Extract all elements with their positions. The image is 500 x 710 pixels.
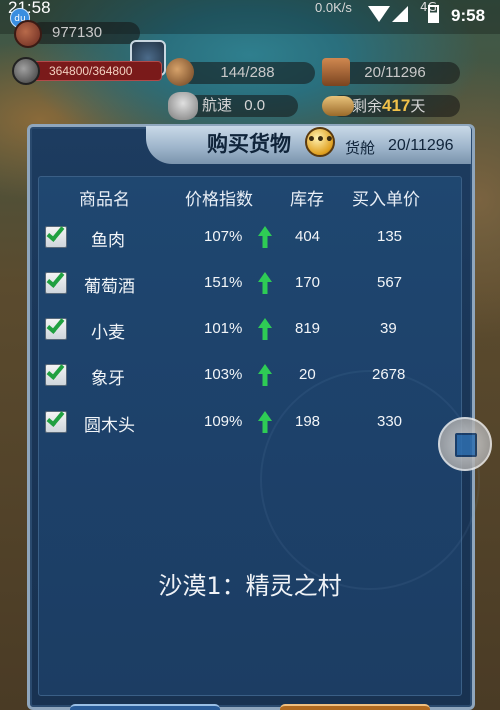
- durability-value: 364800/364800: [49, 64, 133, 78]
- bottom-button-right[interactable]: [280, 704, 430, 710]
- net-speed: 0.0K/s: [315, 0, 352, 15]
- days-suffix: 天: [410, 98, 426, 115]
- goods-name: 鱼肉: [91, 231, 125, 251]
- row-checkbox[interactable]: [45, 361, 67, 386]
- floating-book-button[interactable]: [438, 417, 492, 471]
- check-icon: [46, 223, 65, 242]
- cabin-value: 20/11296: [388, 137, 454, 154]
- table-row[interactable]: 鱼肉 107% 404 135: [38, 219, 462, 259]
- goods-name: 葡萄酒: [84, 277, 135, 297]
- crew-counter: 144/288: [180, 62, 315, 84]
- col-header-stock: 库存: [290, 190, 324, 210]
- location-name: 沙漠1：精灵之村: [158, 572, 342, 600]
- row-checkbox[interactable]: [45, 315, 67, 340]
- price-index: 107%: [204, 228, 243, 245]
- book-icon: [455, 433, 477, 457]
- table-row[interactable]: 圆木头 109% 198 330: [38, 404, 462, 444]
- row-checkbox[interactable]: [45, 223, 67, 248]
- goods-name: 象牙: [91, 369, 125, 389]
- check-icon: [46, 269, 65, 288]
- battery-icon: [428, 5, 439, 23]
- table-row[interactable]: 小麦 101% 819 39: [38, 311, 462, 351]
- stock: 404: [295, 228, 321, 245]
- cargo-value: 20/11296: [364, 64, 426, 81]
- days-value: 417: [382, 96, 411, 115]
- price-index: 151%: [204, 274, 243, 291]
- col-header-price: 买入单价: [352, 190, 420, 210]
- trend-up-icon: [258, 272, 272, 294]
- check-icon: [46, 361, 65, 380]
- price-index: 103%: [204, 366, 243, 383]
- speed-value: 0.0: [244, 97, 266, 114]
- cabin-label: 货舱: [345, 139, 376, 157]
- buy-price: 567: [377, 274, 403, 291]
- col-header-name: 商品名: [79, 190, 130, 210]
- stock: 20: [299, 366, 316, 383]
- price-index: 109%: [204, 413, 243, 430]
- speed-label: 航速: [202, 97, 233, 114]
- status-clock: 9:58: [451, 6, 486, 25]
- table-row[interactable]: 象牙 103% 20 2678: [38, 357, 462, 397]
- row-checkbox[interactable]: [45, 269, 67, 294]
- hammer-icon: [12, 57, 40, 85]
- durability-bar: 364800/364800: [22, 61, 162, 81]
- scroll-icon: [322, 96, 354, 116]
- signal-icon: [392, 6, 408, 22]
- dialog-title: 购买货物: [207, 132, 291, 156]
- bottom-action-buttons: [60, 700, 440, 710]
- buy-price: 135: [377, 228, 403, 245]
- crew-value: 144/288: [220, 64, 275, 81]
- buy-price: 2678: [372, 366, 406, 383]
- coin-icon: [14, 20, 42, 48]
- gold-counter[interactable]: 977130: [30, 22, 140, 44]
- wifi-icon: [368, 6, 390, 22]
- row-checkbox[interactable]: [45, 408, 67, 433]
- trend-up-icon: [258, 318, 272, 340]
- bottom-button-left[interactable]: [70, 704, 220, 710]
- trend-up-icon: [258, 226, 272, 248]
- stock: 170: [295, 274, 321, 291]
- days-prefix: 剩余: [352, 98, 383, 115]
- stock: 198: [295, 413, 321, 430]
- gold-value: 977130: [52, 24, 103, 41]
- cargo-box-icon: [322, 58, 350, 86]
- crew-icon: [166, 58, 194, 86]
- compass-decoration: [260, 370, 480, 590]
- buy-price: 330: [377, 413, 403, 430]
- col-header-index: 价格指数: [185, 190, 253, 210]
- stock: 819: [295, 320, 321, 337]
- goods-name: 圆木头: [84, 416, 135, 436]
- trend-up-icon: [258, 411, 272, 433]
- trend-up-icon: [258, 364, 272, 386]
- chat-bubble-icon[interactable]: •••: [305, 127, 335, 157]
- check-icon: [46, 315, 65, 334]
- table-row[interactable]: 葡萄酒 151% 170 567: [38, 265, 462, 305]
- price-index: 101%: [204, 320, 243, 337]
- ship-sail-icon: [168, 92, 198, 120]
- buy-price: 39: [380, 320, 397, 337]
- check-icon: [46, 408, 65, 427]
- goods-name: 小麦: [91, 323, 125, 343]
